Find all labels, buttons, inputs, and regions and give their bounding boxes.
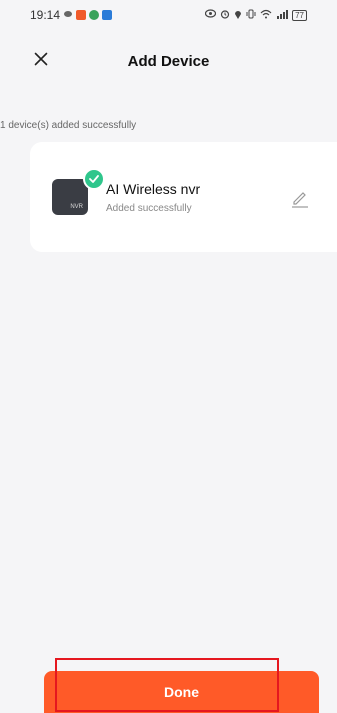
vibrate-icon (246, 9, 256, 22)
close-icon (34, 52, 48, 71)
app-icon-green (89, 10, 100, 20)
header: Add Device (0, 44, 337, 78)
app-icon-blue (102, 10, 113, 20)
status-bar: 19:14 77 (0, 0, 337, 30)
pencil-icon (288, 192, 312, 214)
signal-icon (276, 9, 289, 22)
success-count-text: 1 device(s) added successfully (0, 120, 137, 131)
device-status: Added successfully (106, 203, 192, 214)
edit-name-button[interactable] (288, 186, 312, 210)
alarm-icon (220, 9, 230, 22)
device-card: NVR AI Wireless nvr Added successfully (30, 142, 337, 252)
wifi-icon (260, 9, 272, 22)
location-icon (234, 9, 242, 22)
device-name: AI Wireless nvr (106, 181, 201, 197)
close-button[interactable] (28, 48, 54, 74)
notification-icon (63, 8, 73, 22)
device-thumbnail: NVR (52, 179, 88, 215)
eye-icon (204, 9, 217, 21)
done-button[interactable]: Done (44, 671, 319, 713)
check-icon (83, 168, 105, 190)
status-time: 19:14 (30, 8, 61, 22)
page-title: Add Device (127, 52, 210, 70)
app-icon-orange (76, 10, 87, 20)
status-right: 77 (204, 9, 307, 22)
status-left: 19:14 (30, 8, 113, 22)
nvr-label: NVR (70, 204, 83, 210)
battery-icon: 77 (292, 9, 307, 21)
